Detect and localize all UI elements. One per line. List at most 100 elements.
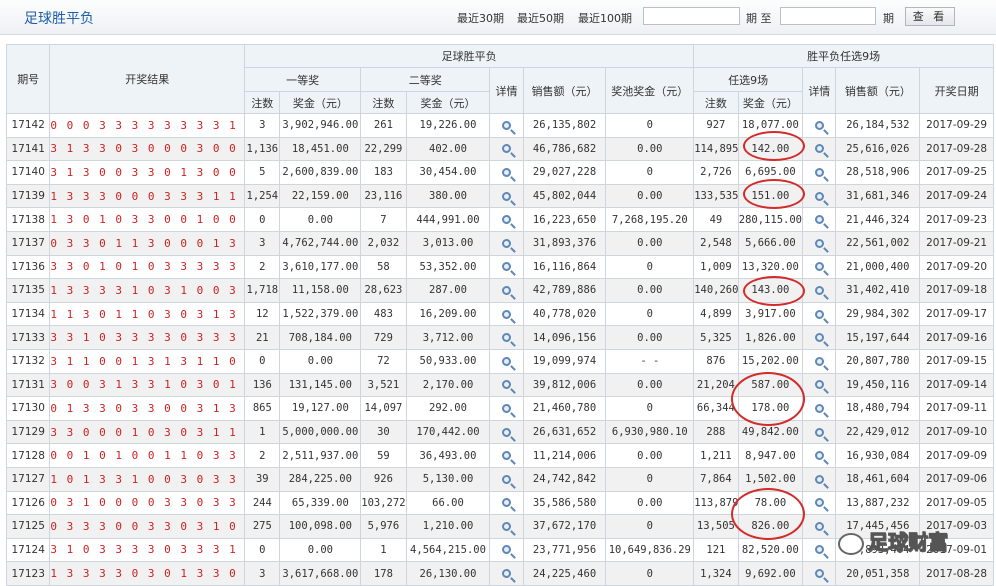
r9-detail-button[interactable] bbox=[802, 443, 837, 468]
detail-button[interactable] bbox=[489, 160, 524, 185]
magnifier-icon[interactable] bbox=[814, 451, 824, 461]
magnifier-icon[interactable] bbox=[502, 191, 511, 201]
magnifier-icon[interactable] bbox=[502, 403, 511, 413]
second-count-cell: 72 bbox=[360, 348, 407, 374]
detail-button[interactable] bbox=[489, 419, 524, 445]
magnifier-icon[interactable] bbox=[814, 167, 824, 177]
recent-50-link[interactable]: 最近50期 bbox=[517, 10, 564, 26]
r9-detail-button[interactable] bbox=[802, 466, 837, 492]
magnifier-icon[interactable] bbox=[502, 498, 511, 508]
detail-button[interactable] bbox=[489, 301, 524, 327]
recent-30-link[interactable]: 最近30期 bbox=[457, 10, 504, 26]
magnifier-icon[interactable] bbox=[502, 356, 511, 366]
r9-detail-button[interactable] bbox=[802, 278, 837, 303]
magnifier-icon[interactable] bbox=[502, 238, 511, 248]
detail-button[interactable] bbox=[489, 396, 524, 421]
detail-button[interactable] bbox=[489, 514, 524, 539]
sales-cell: 19,099,974 bbox=[522, 348, 607, 374]
r9-detail-button[interactable] bbox=[802, 136, 837, 162]
r9-detail-button[interactable] bbox=[802, 230, 837, 256]
magnifier-icon[interactable] bbox=[814, 285, 824, 295]
r9-detail-button[interactable] bbox=[802, 396, 837, 421]
r9-detail-button[interactable] bbox=[802, 537, 837, 563]
detail-button[interactable] bbox=[489, 183, 524, 209]
detail-button[interactable] bbox=[489, 490, 524, 516]
r9-detail-button[interactable] bbox=[802, 372, 837, 398]
start-period-input[interactable] bbox=[643, 7, 740, 25]
magnifier-icon[interactable] bbox=[502, 167, 511, 177]
magnifier-icon[interactable] bbox=[814, 545, 824, 555]
recent-100-link[interactable]: 最近100期 bbox=[578, 10, 632, 26]
pool-cell: 0.00 bbox=[605, 490, 695, 516]
magnifier-icon[interactable] bbox=[814, 474, 824, 484]
detail-button[interactable] bbox=[489, 230, 524, 256]
detail-button[interactable] bbox=[489, 348, 524, 374]
magnifier-icon[interactable] bbox=[502, 144, 511, 154]
r9-detail-button[interactable] bbox=[802, 419, 837, 445]
r9-sales-cell: 22,429,012 bbox=[835, 419, 921, 445]
sales-cell: 31,893,376 bbox=[522, 230, 607, 256]
r9-detail-button[interactable] bbox=[802, 561, 837, 586]
query-button[interactable]: 查 看 bbox=[905, 7, 955, 26]
magnifier-icon[interactable] bbox=[814, 380, 824, 390]
table-row: 171351 3 3 3 3 1 0 3 1 0 0 3 0 31,71811,… bbox=[5, 278, 994, 303]
first-amount-cell: 65,339.00 bbox=[279, 490, 362, 516]
magnifier-icon[interactable] bbox=[502, 380, 511, 390]
magnifier-icon[interactable] bbox=[814, 238, 824, 248]
r9-detail-button[interactable] bbox=[802, 207, 837, 232]
r9-detail-button[interactable] bbox=[802, 183, 837, 209]
magnifier-icon[interactable] bbox=[814, 120, 824, 130]
end-period-input[interactable] bbox=[780, 7, 876, 25]
detail-button[interactable] bbox=[489, 254, 524, 280]
detail-button[interactable] bbox=[489, 443, 524, 468]
r9-detail-button[interactable] bbox=[802, 254, 837, 280]
r9-count-cell: 13,505 bbox=[693, 514, 739, 539]
magnifier-icon[interactable] bbox=[502, 333, 511, 343]
detail-button[interactable] bbox=[489, 136, 524, 162]
r9-detail-button[interactable] bbox=[802, 325, 837, 350]
magnifier-icon[interactable] bbox=[502, 545, 511, 555]
magnifier-icon[interactable] bbox=[814, 569, 824, 579]
detail-button[interactable] bbox=[489, 113, 524, 138]
r9-detail-button[interactable] bbox=[802, 160, 837, 185]
magnifier-icon[interactable] bbox=[502, 262, 511, 272]
magnifier-icon[interactable] bbox=[814, 427, 824, 437]
magnifier-icon[interactable] bbox=[502, 521, 511, 531]
magnifier-icon[interactable] bbox=[502, 569, 511, 579]
r9-amount-cell: 13,320.00 bbox=[737, 254, 804, 280]
magnifier-icon[interactable] bbox=[814, 215, 824, 225]
detail-button[interactable] bbox=[489, 207, 524, 232]
r9-detail-button[interactable] bbox=[802, 301, 837, 327]
magnifier-icon[interactable] bbox=[502, 215, 511, 225]
detail-button[interactable] bbox=[489, 325, 524, 350]
magnifier-icon[interactable] bbox=[814, 498, 824, 508]
detail-button[interactable] bbox=[489, 561, 524, 586]
r9-detail-button[interactable] bbox=[802, 113, 837, 138]
magnifier-icon[interactable] bbox=[502, 427, 511, 437]
detail-button[interactable] bbox=[489, 537, 524, 563]
magnifier-icon[interactable] bbox=[814, 356, 824, 366]
r9-detail-button[interactable] bbox=[802, 490, 837, 516]
magnifier-icon[interactable] bbox=[814, 191, 824, 201]
table-row: 171381 3 0 1 0 3 3 0 0 1 0 0 1 300.00744… bbox=[5, 207, 994, 232]
magnifier-icon[interactable] bbox=[502, 474, 511, 484]
magnifier-icon[interactable] bbox=[814, 144, 824, 154]
magnifier-icon[interactable] bbox=[814, 333, 824, 343]
magnifier-icon[interactable] bbox=[502, 309, 511, 319]
issue-cell: 17137 bbox=[5, 230, 51, 256]
magnifier-icon[interactable] bbox=[814, 521, 824, 531]
magnifier-icon[interactable] bbox=[502, 451, 511, 461]
detail-button[interactable] bbox=[489, 278, 524, 303]
detail-button[interactable] bbox=[489, 372, 524, 398]
magnifier-icon[interactable] bbox=[814, 403, 824, 413]
magnifier-icon[interactable] bbox=[814, 262, 824, 272]
r9-detail-button[interactable] bbox=[802, 514, 837, 539]
magnifier-icon[interactable] bbox=[502, 120, 511, 130]
detail-button[interactable] bbox=[489, 466, 524, 492]
second-amount-cell: 50,933.00 bbox=[405, 348, 491, 374]
magnifier-icon[interactable] bbox=[502, 285, 511, 295]
result-cell: 1 3 0 1 0 3 3 0 0 1 0 0 1 3 bbox=[49, 207, 246, 232]
pool-cell: 0 bbox=[605, 301, 695, 327]
r9-detail-button[interactable] bbox=[802, 348, 837, 374]
magnifier-icon[interactable] bbox=[814, 309, 824, 319]
